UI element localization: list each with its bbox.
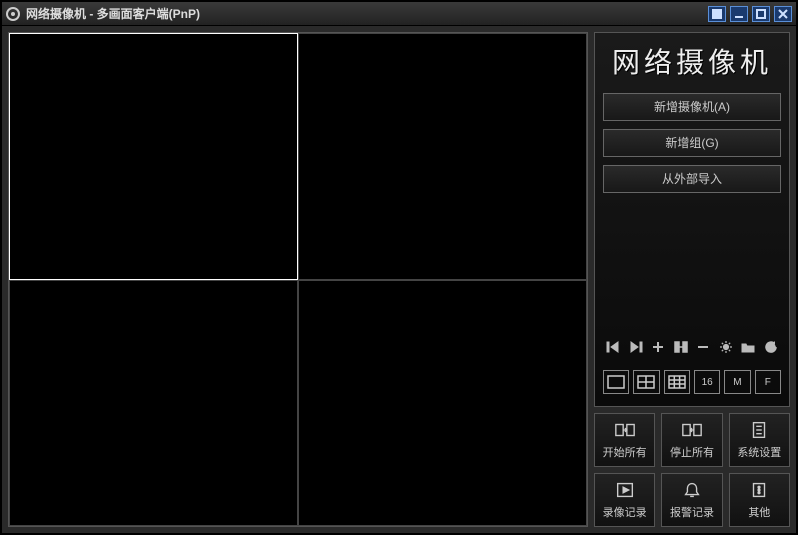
record-log-label: 录像记录 <box>603 504 647 520</box>
layout-f-button[interactable]: F <box>755 370 781 394</box>
video-cell-1[interactable] <box>9 33 298 280</box>
start-all-button[interactable]: 开始所有 <box>594 413 655 467</box>
video-grid <box>8 32 588 527</box>
window-controls <box>708 6 792 22</box>
add-icon[interactable] <box>648 338 668 356</box>
toolbar <box>603 334 781 358</box>
remove-icon[interactable] <box>693 338 713 356</box>
add-group-button[interactable]: 新增组(G) <box>603 129 781 157</box>
action-buttons: 开始所有 停止所有 系统设置 录像记录 报警记录 <box>594 413 790 527</box>
system-settings-button[interactable]: 系统设置 <box>729 413 790 467</box>
layout-9-button[interactable] <box>664 370 690 394</box>
side-panel: 网络摄像机 新增摄像机(A) 新增组(G) 从外部导入 <box>594 32 790 527</box>
device-tree-empty <box>603 201 781 326</box>
tray-button[interactable] <box>708 6 726 22</box>
side-panel-top: 网络摄像机 新增摄像机(A) 新增组(G) 从外部导入 <box>594 32 790 407</box>
app-body: 网络摄像机 新增摄像机(A) 新增组(G) 从外部导入 <box>2 26 796 533</box>
next-icon[interactable] <box>626 338 646 356</box>
video-cell-2[interactable] <box>298 33 587 280</box>
app-window: 网络摄像机 - 多画面客户端(PnP) 网络摄像机 <box>0 0 798 535</box>
minimize-button[interactable] <box>730 6 748 22</box>
system-settings-label: 系统设置 <box>737 444 781 460</box>
other-label: 其他 <box>748 504 770 520</box>
close-button[interactable] <box>774 6 792 22</box>
window-title: 网络摄像机 - 多画面客户端(PnP) <box>26 5 708 22</box>
add-camera-button[interactable]: 新增摄像机(A) <box>603 93 781 121</box>
alarm-log-button[interactable]: 报警记录 <box>661 473 722 527</box>
start-all-label: 开始所有 <box>603 444 647 460</box>
refresh-icon[interactable] <box>761 338 781 356</box>
stop-all-button[interactable]: 停止所有 <box>661 413 722 467</box>
layout-m-button[interactable]: M <box>724 370 750 394</box>
gear-icon[interactable] <box>716 338 736 356</box>
alarm-log-label: 报警记录 <box>670 504 714 520</box>
maximize-button[interactable] <box>752 6 770 22</box>
brand-title: 网络摄像机 <box>603 41 781 81</box>
record-log-button[interactable]: 录像记录 <box>594 473 655 527</box>
import-external-button[interactable]: 从外部导入 <box>603 165 781 193</box>
layout-4-button[interactable] <box>633 370 659 394</box>
other-button[interactable]: 其他 <box>729 473 790 527</box>
stop-all-label: 停止所有 <box>670 444 714 460</box>
video-cell-3[interactable] <box>9 280 298 527</box>
titlebar[interactable]: 网络摄像机 - 多画面客户端(PnP) <box>2 2 796 26</box>
app-icon <box>6 7 20 21</box>
layout-16-button[interactable]: 16 <box>694 370 720 394</box>
folder-icon[interactable] <box>738 338 758 356</box>
connect-icon[interactable] <box>671 338 691 356</box>
layout-buttons: 16 M F <box>603 366 781 398</box>
video-cell-4[interactable] <box>298 280 587 527</box>
layout-1-button[interactable] <box>603 370 629 394</box>
prev-icon[interactable] <box>603 338 623 356</box>
